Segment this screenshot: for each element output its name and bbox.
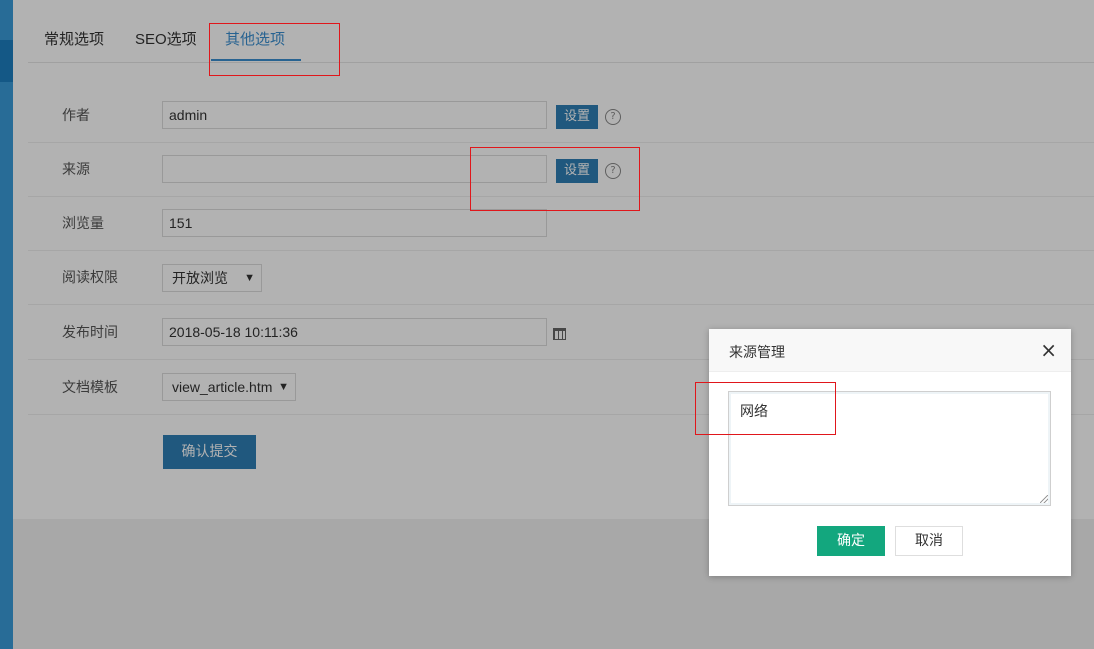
source-manage-dialog: 来源管理 × 网络 确定 取消 [709,329,1071,576]
cancel-button[interactable]: 取消 [895,526,963,556]
resize-grip-icon[interactable] [1040,495,1048,503]
dialog-title: 来源管理 [729,345,785,361]
annotation-box-set-button [470,147,640,211]
annotation-box-tab [209,23,340,76]
confirm-button[interactable]: 确定 [817,526,885,556]
close-icon[interactable]: × [1040,338,1057,362]
dialog-header: 来源管理 × [709,329,1071,372]
annotation-box-textarea [695,382,836,435]
